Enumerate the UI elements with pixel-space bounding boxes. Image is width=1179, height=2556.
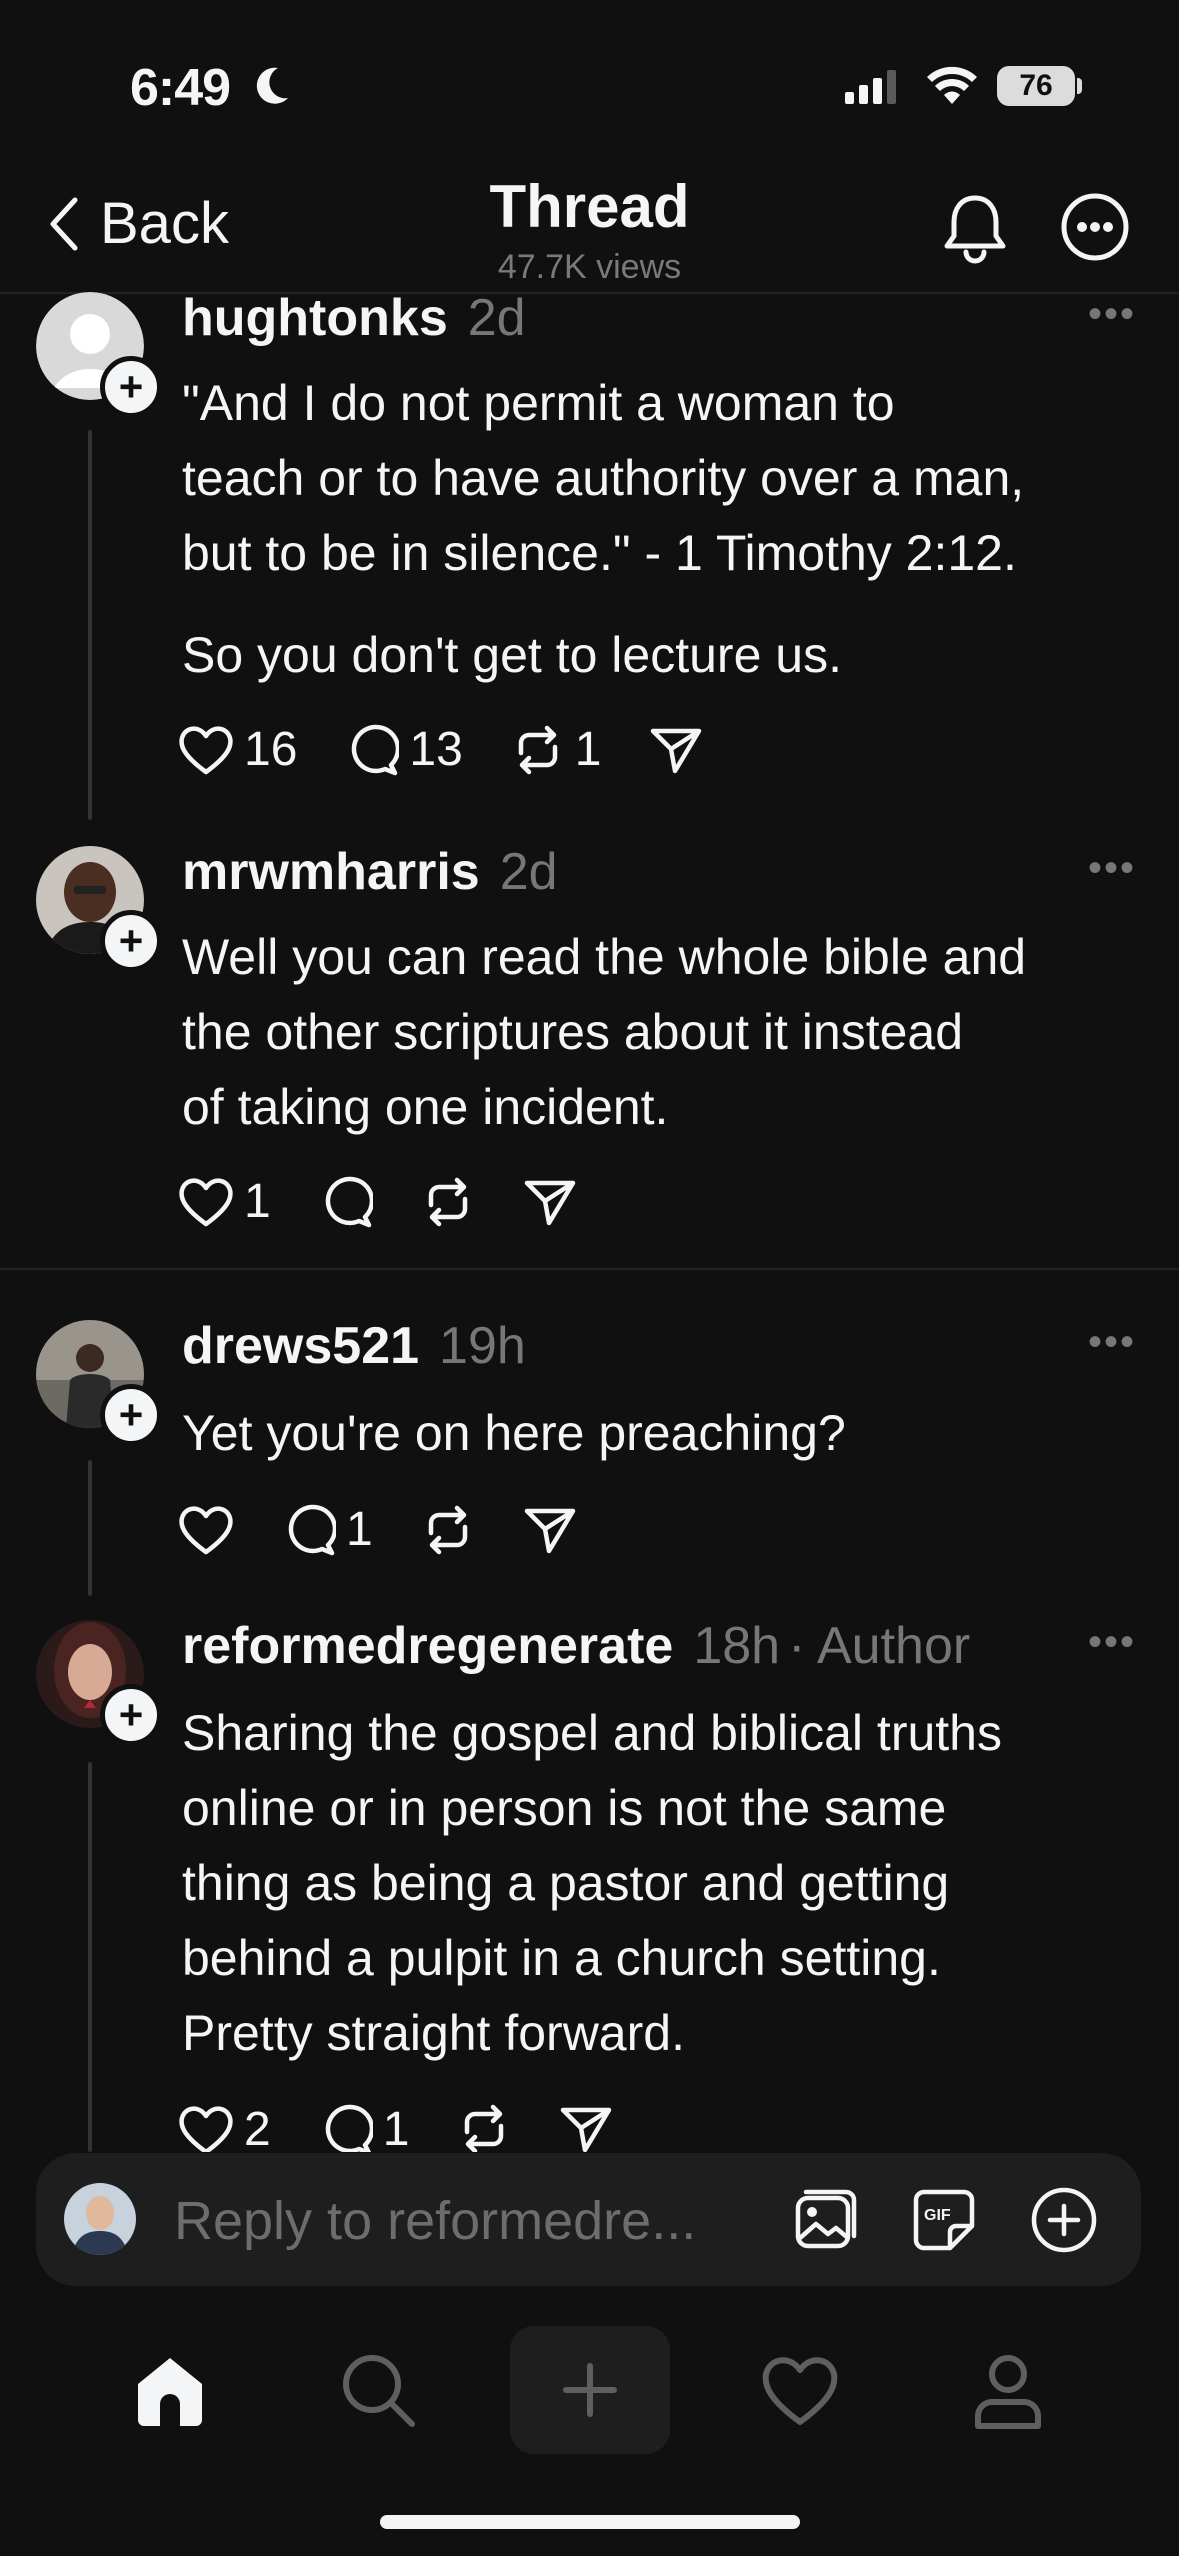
profile-icon[interactable] xyxy=(968,2350,1048,2430)
thread-line xyxy=(88,430,92,820)
home-icon[interactable] xyxy=(130,2350,210,2430)
username[interactable]: mrwmharris xyxy=(182,842,480,902)
comment-icon xyxy=(325,1176,373,1227)
heart-icon xyxy=(179,2106,233,2152)
share-button[interactable] xyxy=(523,1503,577,1557)
repost-icon xyxy=(428,1505,467,1554)
comment-icon xyxy=(325,2104,373,2152)
timestamp: 2d xyxy=(467,289,526,347)
moon-icon xyxy=(256,67,288,104)
header-divider xyxy=(0,292,1179,294)
username[interactable]: reformedregenerate xyxy=(182,1616,673,1676)
avatar[interactable]: + xyxy=(36,1320,162,1446)
home-indicator[interactable] xyxy=(380,2515,800,2529)
like-button[interactable]: 1 xyxy=(178,1174,271,1229)
post-more-icon[interactable]: ••• xyxy=(1088,846,1136,891)
author-tag: · Author xyxy=(788,1617,971,1675)
like-count: 1 xyxy=(244,1175,271,1228)
reply-button[interactable]: 1 xyxy=(319,2102,410,2152)
create-post-button[interactable] xyxy=(510,2326,670,2454)
timestamp: 18h xyxy=(693,1617,781,1675)
plus-icon xyxy=(563,2363,617,2417)
follow-button[interactable]: + xyxy=(100,910,162,972)
share-button[interactable] xyxy=(523,1175,577,1229)
repost-button[interactable] xyxy=(421,1175,475,1229)
timestamp: 19h xyxy=(439,1317,526,1375)
like-count: 16 xyxy=(244,723,298,776)
post-meta: drews521 19h xyxy=(182,1316,526,1376)
post-meta: reformedregenerate 18h · Author xyxy=(182,1616,970,1676)
repost-icon xyxy=(465,2104,504,2152)
repost-icon xyxy=(428,1177,467,1226)
reply-count: 1 xyxy=(346,1503,373,1556)
share-button[interactable] xyxy=(559,2102,613,2152)
reply-count: 13 xyxy=(409,723,463,776)
avatar[interactable]: + xyxy=(36,292,162,418)
heart-icon xyxy=(179,1178,233,1226)
repost-button[interactable]: 1 xyxy=(511,722,602,777)
post-more-icon[interactable]: ••• xyxy=(1088,1320,1136,1365)
username[interactable]: hughtonks xyxy=(182,288,448,348)
current-user-avatar xyxy=(64,2183,136,2255)
comment-icon xyxy=(288,1504,336,1555)
post-actions: 16 13 1 xyxy=(178,722,751,777)
status-time: 6:49 xyxy=(130,59,231,117)
gif-icon[interactable]: GIF xyxy=(910,2186,978,2254)
repost-icon xyxy=(518,725,558,774)
more-options-icon[interactable] xyxy=(1060,192,1130,262)
bell-icon[interactable] xyxy=(940,192,1010,264)
follow-button[interactable]: + xyxy=(100,356,162,418)
like-count: 2 xyxy=(244,2103,271,2152)
like-button[interactable] xyxy=(178,1504,234,1556)
post-text: "And I do not permit a woman to teach or… xyxy=(182,375,1025,581)
like-button[interactable]: 16 xyxy=(178,722,297,777)
username[interactable]: drews521 xyxy=(182,1316,419,1376)
svg-text:GIF: GIF xyxy=(924,2207,951,2224)
battery-indicator: 76 xyxy=(997,66,1075,106)
reply-count: 1 xyxy=(382,2103,410,2152)
send-icon xyxy=(651,728,702,773)
post-meta: mrwmharris 2d xyxy=(182,842,558,902)
post-actions: 1 xyxy=(178,1174,625,1229)
thread-line xyxy=(88,1460,92,1596)
like-button[interactable]: 2 xyxy=(178,2102,271,2152)
reply-button[interactable]: 1 xyxy=(282,1502,373,1557)
post-text: Well you can read the whole bible and th… xyxy=(182,929,1027,1135)
thread-line xyxy=(88,1762,92,2152)
post-actions: 2 1 xyxy=(178,2102,661,2152)
send-icon xyxy=(524,1508,575,1553)
signal-icon xyxy=(845,70,896,104)
add-icon[interactable] xyxy=(1030,2186,1098,2254)
heart-icon[interactable] xyxy=(760,2350,840,2430)
send-icon xyxy=(524,1180,575,1225)
heart-icon xyxy=(179,726,233,774)
follow-button[interactable]: + xyxy=(100,1684,162,1746)
comment-icon xyxy=(352,724,400,775)
avatar[interactable]: + xyxy=(36,1620,162,1746)
thread-separator xyxy=(0,1268,1179,1270)
avatar[interactable]: + xyxy=(36,846,162,972)
repost-button[interactable] xyxy=(421,1503,475,1557)
repost-count: 1 xyxy=(574,723,602,776)
timestamp: 2d xyxy=(499,843,558,901)
post-more-icon[interactable]: ••• xyxy=(1088,1620,1136,1665)
search-icon[interactable] xyxy=(338,2350,418,2430)
heart-icon xyxy=(179,1506,233,1554)
post-more-icon[interactable]: ••• xyxy=(1088,292,1136,337)
battery-tip xyxy=(1077,78,1082,94)
follow-button[interactable]: + xyxy=(100,1384,162,1446)
image-icon[interactable] xyxy=(792,2186,860,2254)
reply-button[interactable]: 13 xyxy=(345,722,463,777)
post-text: Yet you're on here preaching? xyxy=(182,1405,846,1461)
post-meta: hughtonks 2d xyxy=(182,288,526,348)
post-text: Sharing the gospel and biblical truths o… xyxy=(182,1705,1002,2061)
send-icon xyxy=(561,2107,612,2152)
share-button[interactable] xyxy=(649,723,703,777)
reply-input[interactable] xyxy=(172,2180,756,2262)
repost-button[interactable] xyxy=(457,2102,511,2152)
post-actions: 1 xyxy=(178,1502,625,1557)
wifi-icon xyxy=(927,66,977,104)
post-text-paragraph: So you don't get to lecture us. xyxy=(182,627,842,683)
reply-button[interactable] xyxy=(319,1175,373,1229)
